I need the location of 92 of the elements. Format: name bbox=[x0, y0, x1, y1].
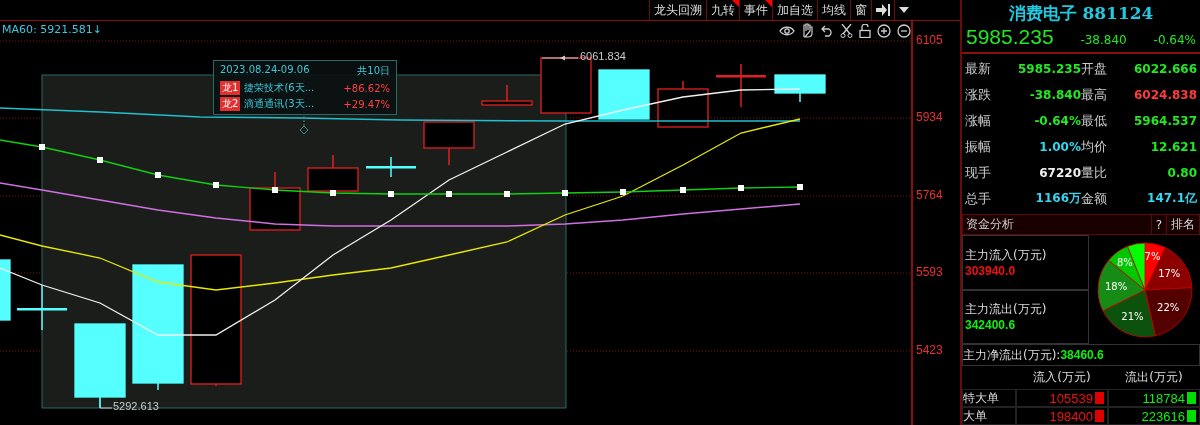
toolbar-tab[interactable]: 事件 bbox=[739, 0, 772, 20]
slice-label: 22% bbox=[1156, 301, 1179, 313]
candle bbox=[423, 121, 475, 166]
stat-label: 最低 bbox=[1081, 111, 1107, 130]
date-range: 2023.08.24-09.06 bbox=[220, 64, 310, 77]
eye-icon[interactable] bbox=[779, 24, 795, 37]
stat-label: 涨幅 bbox=[965, 111, 991, 130]
stat-value: 1166万 bbox=[1035, 190, 1081, 207]
stat-value: 5985.235 bbox=[1018, 61, 1081, 76]
net-flow-label: 主力净流出(万元): bbox=[963, 346, 1061, 364]
lock-icon[interactable] bbox=[859, 23, 871, 38]
candle bbox=[481, 84, 533, 106]
outflow-bar bbox=[1187, 392, 1196, 404]
candle bbox=[249, 171, 301, 231]
column-header: 流入(万元) bbox=[1032, 369, 1092, 386]
stat-value: 12.621 bbox=[1150, 139, 1197, 154]
slice-label: 21% bbox=[1120, 310, 1144, 322]
stock-name: 捷荣技术(6天... bbox=[244, 81, 316, 95]
candle bbox=[366, 156, 416, 178]
outflow-value: 342400.6 bbox=[965, 318, 1017, 333]
inflow-bar bbox=[1095, 410, 1104, 422]
stat-label: 最新 bbox=[965, 59, 991, 78]
price-axis-label: 6105 bbox=[916, 33, 943, 47]
price-axis-label: 5593 bbox=[916, 265, 943, 279]
candle bbox=[716, 63, 766, 108]
stat-value: 147.1亿 bbox=[1147, 190, 1197, 207]
inflow-cell: 105539 bbox=[1049, 390, 1093, 406]
candle bbox=[0, 259, 11, 321]
stat-value: 5964.537 bbox=[1134, 113, 1197, 128]
candle bbox=[17, 284, 67, 331]
price-axis-label: 5934 bbox=[916, 110, 943, 124]
gain-value: +86.62% bbox=[343, 82, 390, 94]
stat-value: 6022.666 bbox=[1134, 61, 1197, 76]
high-price-label: 6061.834 bbox=[580, 50, 626, 62]
slice-label: 8% bbox=[1116, 256, 1133, 268]
candle bbox=[598, 69, 650, 120]
candle bbox=[307, 154, 359, 192]
low-price-label: 5292.613 bbox=[113, 400, 159, 412]
price-change: -38.840 bbox=[1080, 33, 1127, 47]
undo-icon[interactable] bbox=[821, 24, 834, 37]
stat-label: 均价 bbox=[1081, 137, 1107, 156]
rank-badge: 龙1 bbox=[220, 81, 241, 95]
stat-label: 量比 bbox=[1081, 163, 1107, 182]
slice-label: 7% bbox=[1144, 251, 1160, 263]
stat-label: 最高 bbox=[1081, 85, 1107, 104]
stat-label: 振幅 bbox=[965, 137, 991, 156]
stat-value: -0.64% bbox=[1034, 113, 1081, 128]
zoom-out-icon[interactable] bbox=[897, 23, 911, 38]
net-flow-value: 38460.6 bbox=[1060, 348, 1104, 363]
last-price: 5985.235 bbox=[966, 25, 1054, 49]
ma60-label: MA60: 5921.581↓ bbox=[2, 23, 102, 36]
toolbar-tab[interactable]: 九转 bbox=[706, 0, 739, 20]
outflow-bar bbox=[1187, 410, 1196, 422]
column-header: 流出(万元) bbox=[1124, 369, 1184, 386]
stat-label: 涨跌 bbox=[965, 85, 991, 104]
price-axis-label: 5423 bbox=[916, 343, 943, 357]
stat-value: 0.80 bbox=[1167, 165, 1197, 180]
index-title: 消费电子 881124 bbox=[1007, 2, 1155, 25]
stat-value: 67220 bbox=[1039, 165, 1081, 180]
zoom-in-icon[interactable] bbox=[877, 23, 891, 38]
inflow-value: 303940.0 bbox=[965, 263, 1017, 278]
stat-label: 金额 bbox=[1081, 189, 1107, 208]
section-title: 资金分析 bbox=[965, 216, 1015, 233]
inflow-bar bbox=[1095, 392, 1104, 404]
outflow-cell: 118784 bbox=[1142, 390, 1185, 406]
row-label: 特大单 bbox=[962, 389, 1016, 407]
stat-label: 现手 bbox=[965, 163, 991, 182]
stat-value: 6024.838 bbox=[1134, 87, 1197, 102]
stock-name: 滴通通讯(3天... bbox=[244, 97, 316, 111]
stat-label: 开盘 bbox=[1081, 59, 1107, 78]
candle bbox=[657, 80, 709, 128]
rank-badge: 龙2 bbox=[220, 97, 241, 111]
high-pointer bbox=[541, 55, 579, 61]
gain-value: +29.47% bbox=[343, 98, 390, 110]
slice-label: 18% bbox=[1104, 280, 1127, 292]
flow-label: 主力流出(万元) bbox=[965, 301, 1048, 319]
arrow-to-bar-icon bbox=[876, 4, 890, 16]
row-label: 大单 bbox=[962, 407, 1016, 425]
stat-label: 总手 bbox=[965, 189, 991, 208]
slice-label: 17% bbox=[1157, 267, 1180, 279]
outflow-cell: 223616 bbox=[1141, 408, 1185, 424]
day-count: 共10日 bbox=[357, 64, 390, 78]
scissors-icon[interactable] bbox=[840, 23, 853, 38]
change-percent: -0.64% bbox=[1153, 33, 1196, 47]
inflow-cell: 198400 bbox=[1049, 408, 1093, 424]
stat-value: 1.00% bbox=[1039, 139, 1081, 154]
candle bbox=[774, 74, 826, 103]
stat-value: -38.840 bbox=[1029, 87, 1081, 102]
flow-label: 主力流入(万元) bbox=[965, 246, 1048, 264]
price-axis-label: 5764 bbox=[916, 188, 943, 202]
low-pointer bbox=[99, 397, 113, 409]
caret-icon bbox=[899, 7, 909, 13]
